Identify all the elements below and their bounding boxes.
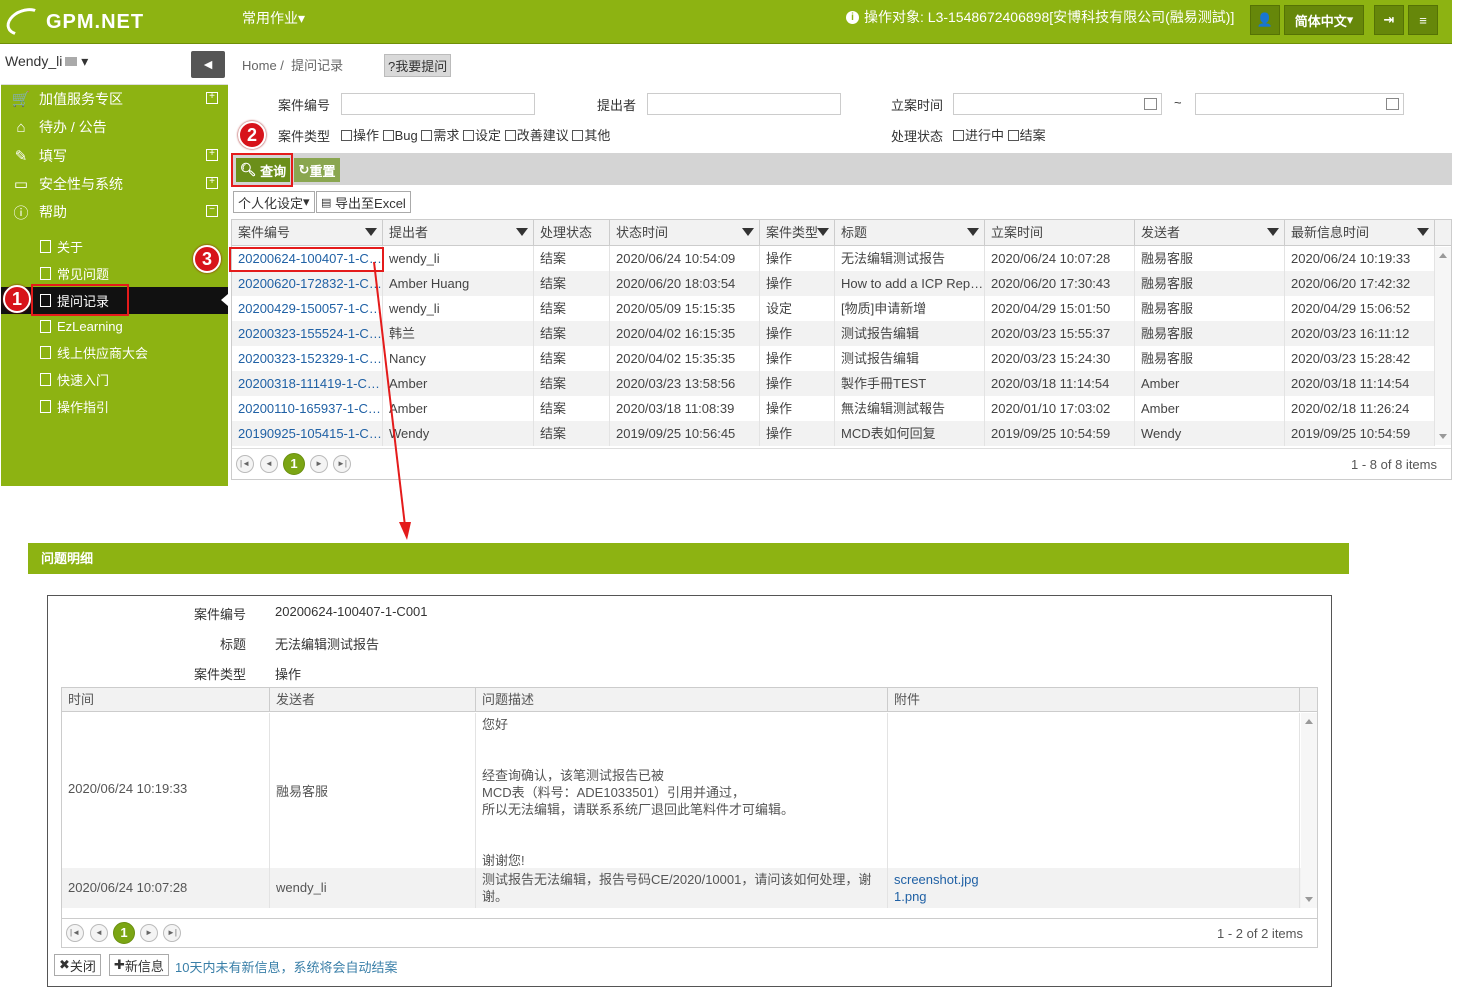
detail-case-no: 20200624-100407-1-C001 [275,604,428,619]
detail-scrollbar[interactable] [1301,713,1317,908]
detail-case-no-label: 案件编号 [193,607,246,622]
attachment-link[interactable]: screenshot.jpg [894,871,1299,888]
detail-subject-label: 标题 [219,637,246,652]
next-page-button[interactable]: ► [140,924,158,942]
detail-grid-header: 时间 发送者 问题描述 附件 [62,688,1317,712]
plus-icon: ✚ [114,957,125,972]
detail-items-info: 1 - 2 of 2 items [1217,926,1303,941]
col-description: 问题描述 [476,688,888,712]
message-time: 2020/06/24 10:19:33 [62,713,270,868]
new-message-button[interactable]: ✚ 新信息 [109,954,169,976]
message-description: 您好 经查询确认，该笔测试报告已被 MCD表（料号：ADE1033501）引用并… [476,713,888,868]
attachment-link[interactable]: 1.png [894,888,1299,905]
message-sender: wendy_li [270,868,476,908]
message-sender: 融易客服 [270,713,476,868]
message-attachments [888,713,1300,868]
detail-pager: |◄ ◄ 1 ► ►| 1 - 2 of 2 items [61,918,1318,948]
message-row: 2020/06/24 10:19:33 融易客服 您好 经查询确认，该笔测试报告… [62,713,1301,868]
message-time: 2020/06/24 10:07:28 [62,868,270,908]
detail-type-label: 案件类型 [193,667,246,682]
col-sender: 发送者 [270,688,476,712]
detail-messages-grid: 时间 发送者 问题描述 附件 2020/06/24 10:19:33 融易客服 … [61,687,1318,919]
last-page-button[interactable]: ►| [163,924,181,942]
auto-close-notice: 10天内未有新信息，系统将会自动结案 [175,960,398,975]
detail-panel: 案件编号 20200624-100407-1-C001 标题 无法编辑测试报告 … [47,595,1332,987]
detail-type: 操作 [275,667,302,682]
detail-title-bar: 问题明细 [28,543,1349,574]
first-page-button[interactable]: |◄ [66,924,84,942]
prev-page-button[interactable]: ◄ [90,924,108,942]
col-time: 时间 [62,688,270,712]
message-description: 测试报告无法编辑，报告号码CE/2020/10001，请问该如何处理，谢 谢。 [476,868,888,908]
detail-subject: 无法编辑测试报告 [275,637,380,652]
message-row: 2020/06/24 10:07:28 wendy_li 测试报告无法编辑，报告… [62,868,1301,908]
close-button[interactable]: ✖ 关闭 [54,954,101,976]
current-page[interactable]: 1 [113,922,135,944]
col-attachment: 附件 [888,688,1300,712]
message-attachments: screenshot.jpg 1.png [888,868,1300,908]
close-icon: ✖ [59,957,70,972]
